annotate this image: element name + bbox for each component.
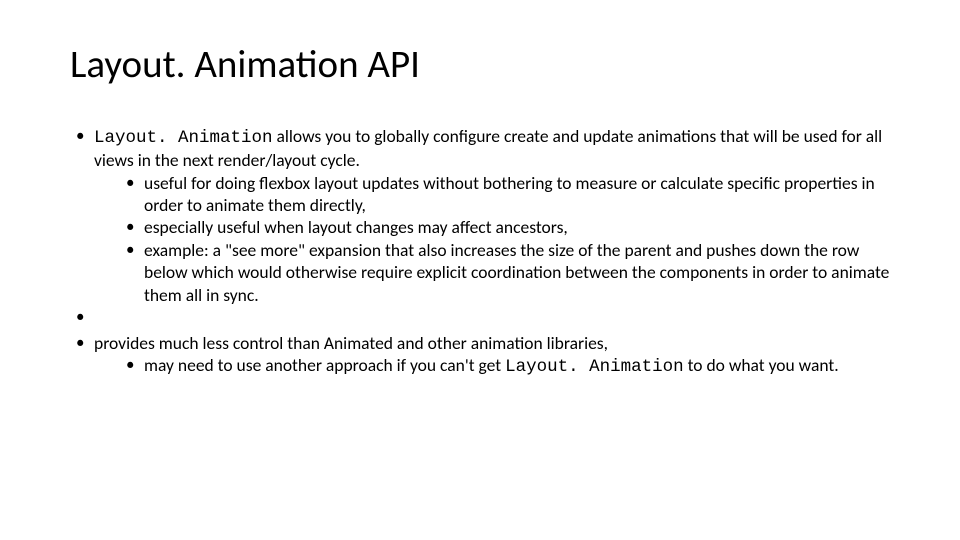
slide-title: Layout. Animation API xyxy=(70,44,902,87)
bullet-1-sub-3: example: a "see more" expansion that als… xyxy=(122,239,902,306)
bullet-1-sub-1: useful for doing flexbox layout updates … xyxy=(122,172,902,217)
bullet-1: Layout. Animation allows you to globally… xyxy=(70,125,902,306)
bullet-2-sub-1-b: to do what you want. xyxy=(684,354,839,376)
bullet-1-sublist: useful for doing flexbox layout updates … xyxy=(122,172,902,306)
bullet-2-sub-1-a: may need to use another approach if you … xyxy=(144,354,505,376)
bullet-2-text: provides much less control than Animated… xyxy=(94,332,608,354)
code-span: Layout. Animation xyxy=(94,128,273,148)
bullet-list: Layout. Animation allows you to globally… xyxy=(70,125,902,379)
bullet-2-sub-1: may need to use another approach if you … xyxy=(122,354,902,378)
bullet-2: provides much less control than Animated… xyxy=(70,332,902,379)
spacer xyxy=(70,306,902,332)
slide: Layout. Animation API Layout. Animation … xyxy=(0,0,960,540)
bullet-1-sub-2: especially useful when layout changes ma… xyxy=(122,216,902,238)
bullet-2-sublist: may need to use another approach if you … xyxy=(122,354,902,378)
code-span-2: Layout. Animation xyxy=(505,357,684,377)
